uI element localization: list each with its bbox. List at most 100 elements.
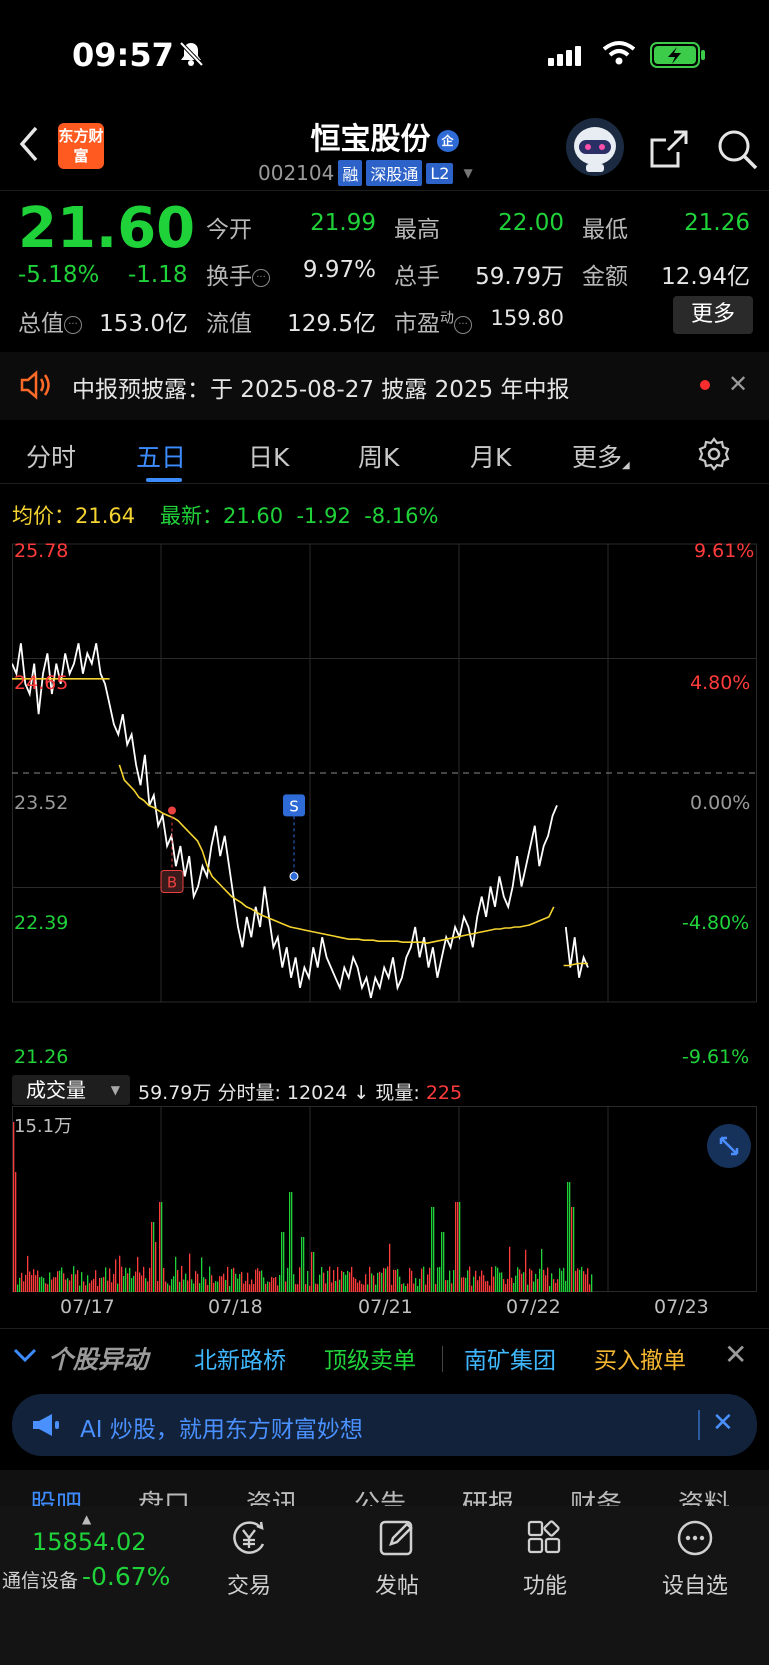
volume-bar	[25, 1274, 27, 1292]
mover-item[interactable]: 买入撤单	[594, 1341, 686, 1375]
volume-bar	[535, 1273, 537, 1292]
volume-bar	[57, 1271, 59, 1292]
volume-bar	[261, 1270, 263, 1292]
volume-indicator-select[interactable]: 成交量 ▼	[12, 1075, 130, 1105]
volume-bar	[191, 1279, 193, 1292]
tab-monthly-k[interactable]: 月K	[470, 438, 511, 474]
volume-bar	[165, 1281, 167, 1292]
volume-bar	[371, 1273, 373, 1292]
volume-bar	[327, 1270, 329, 1292]
volume-bar	[43, 1277, 45, 1292]
info-icon[interactable]: ···	[454, 316, 472, 334]
volume-bar	[159, 1202, 161, 1292]
volume-bar	[355, 1278, 357, 1292]
share-button[interactable]	[648, 128, 690, 174]
volume-bar	[213, 1282, 215, 1292]
volume-bar	[539, 1268, 541, 1292]
x-tick: 07/23	[654, 1296, 709, 1318]
sector-index-value[interactable]: 15854.02	[32, 1528, 147, 1556]
chevron-down-icon[interactable]	[12, 1342, 38, 1372]
mover-item[interactable]: 北新路桥	[194, 1341, 286, 1375]
tab-daily-k[interactable]: 日K	[248, 438, 289, 474]
pe-label[interactable]: 市盈动 ···	[394, 304, 472, 338]
close-icon[interactable]: ✕	[728, 370, 748, 398]
info-icon[interactable]: ···	[64, 316, 82, 334]
buy-marker-label: B	[167, 873, 177, 891]
price-chart[interactable]: BS	[12, 536, 757, 1070]
volume-bar	[33, 1269, 35, 1292]
tab-forum[interactable]: 股吧	[30, 1484, 82, 1508]
volume-bar	[77, 1270, 79, 1292]
low-value: 21.26	[684, 210, 750, 236]
stock-code-row[interactable]: 002104 融 深股通 L2 ▼	[258, 160, 473, 186]
notice-text[interactable]: 中报预披露：于 2025-08-27 披露 2025 年中报	[72, 370, 569, 404]
x-tick: 07/17	[60, 1296, 115, 1318]
latest-price-legend: 最新：21.60 -1.92 -8.16%	[160, 504, 439, 528]
volume-bar	[313, 1252, 315, 1292]
tab-financials[interactable]: 财务	[570, 1484, 622, 1508]
battery-charging-icon	[650, 42, 706, 72]
tab-five-day[interactable]: 五日	[136, 438, 186, 474]
nav-functions[interactable]: 功能	[500, 1518, 590, 1600]
volume-bar	[463, 1277, 465, 1292]
gear-icon[interactable]	[696, 436, 732, 476]
nav-trade[interactable]: 交易	[204, 1518, 294, 1600]
tab-announcements[interactable]: 公告	[354, 1484, 406, 1508]
chevron-down-icon: ▼	[110, 1083, 120, 1097]
market-cap-label[interactable]: 总值 ···	[18, 304, 82, 338]
volume-bar	[329, 1266, 331, 1292]
tab-weekly-k[interactable]: 周K	[358, 438, 399, 474]
turnover-label[interactable]: 换手 ···	[206, 257, 270, 291]
volume-bar	[89, 1283, 91, 1292]
volume-bar	[319, 1274, 321, 1292]
ai-banner-text[interactable]: AI 炒股，就用东方财富妙想	[80, 1410, 363, 1444]
volume-bar	[265, 1283, 267, 1292]
volume-bar	[391, 1284, 393, 1292]
volume-bar	[565, 1280, 567, 1292]
mover-item[interactable]: 南矿集团	[464, 1341, 556, 1375]
volume-bar	[401, 1284, 403, 1292]
volume-bar	[447, 1280, 449, 1292]
volume-chart[interactable]	[12, 1106, 757, 1292]
x-tick: 07/21	[358, 1296, 413, 1318]
volume-bar	[429, 1267, 431, 1292]
sector-name[interactable]: 通信设备	[2, 1566, 78, 1593]
close-icon[interactable]: ✕	[724, 1338, 747, 1371]
tab-research[interactable]: 研报	[462, 1484, 514, 1508]
info-icon[interactable]: ···	[252, 269, 270, 287]
tab-intraday[interactable]: 分时	[26, 438, 76, 474]
tab-news[interactable]: 资讯	[246, 1484, 298, 1508]
tab-profile[interactable]: 资料	[678, 1484, 730, 1508]
y-tick-right: -9.61%	[682, 1046, 750, 1068]
volume-bar	[69, 1280, 71, 1292]
volume-bar	[63, 1273, 65, 1292]
more-quote-button[interactable]: 更多	[673, 296, 753, 334]
series-avg	[12, 678, 588, 967]
y-tick-left: 21.26	[14, 1046, 69, 1068]
amount-value: 12.94亿	[661, 264, 750, 290]
ai-robot-avatar[interactable]	[566, 118, 624, 176]
tab-orderbook[interactable]: 盘口	[138, 1484, 190, 1508]
expand-button[interactable]	[707, 1124, 751, 1168]
tab-more[interactable]: 更多◢	[572, 438, 630, 474]
nav-post[interactable]: 发帖	[352, 1518, 442, 1600]
volume-bar	[281, 1232, 283, 1292]
y-tick-left: 25.78	[14, 540, 69, 562]
volume-bar	[169, 1285, 171, 1292]
volume-bar	[527, 1284, 529, 1292]
volume-bar	[543, 1269, 545, 1292]
volume-bar	[275, 1276, 277, 1292]
close-icon[interactable]: ✕	[712, 1408, 734, 1438]
volume-bar	[407, 1283, 409, 1292]
mover-item[interactable]: 顶级卖单	[324, 1341, 416, 1375]
x-tick: 07/18	[208, 1296, 263, 1318]
tag-level2: L2	[426, 162, 454, 184]
search-button[interactable]	[716, 128, 760, 176]
sell-marker-label: S	[289, 797, 299, 815]
volume-bar	[301, 1237, 303, 1292]
volume-bar	[41, 1276, 43, 1292]
volume-bar	[423, 1266, 425, 1292]
nav-watchlist[interactable]: 设自选	[650, 1518, 740, 1600]
volume-bar	[547, 1267, 549, 1292]
volume-bar	[29, 1271, 31, 1292]
